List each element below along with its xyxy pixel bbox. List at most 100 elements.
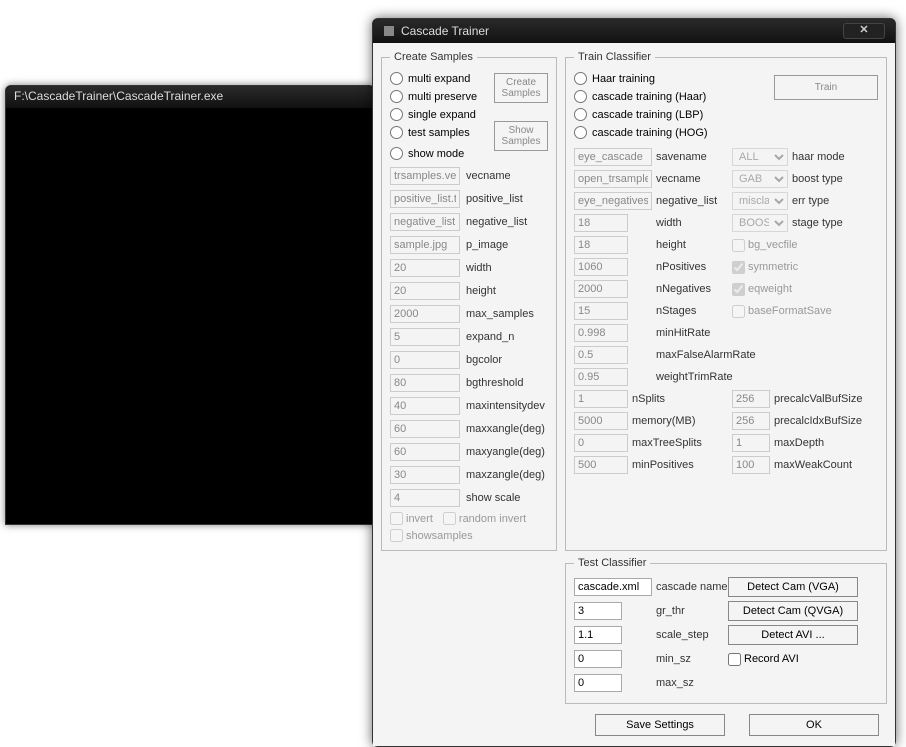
create-samples-button[interactable]: Create Samples	[494, 73, 548, 103]
radio-cascade-hog[interactable]	[574, 126, 587, 139]
showsamples-checkbox[interactable]	[390, 529, 403, 542]
stage-type-select[interactable]: BOOST	[732, 214, 788, 232]
console-title-bar[interactable]: F:\CascadeTrainer\CascadeTrainer.exe	[6, 86, 374, 108]
minpositives-input[interactable]	[574, 456, 628, 474]
ok-button[interactable]: OK	[749, 714, 879, 736]
radio-test-samples[interactable]	[390, 126, 403, 139]
bg-vecfile-checkbox[interactable]	[732, 239, 745, 252]
random-invert-checkbox[interactable]	[443, 512, 456, 525]
check-label: Record AVI	[744, 653, 799, 665]
field-label: scale_step	[656, 629, 728, 641]
field-label: height	[466, 285, 496, 297]
tc-vecname-input[interactable]	[574, 170, 652, 188]
bgthreshold-input[interactable]	[390, 374, 460, 392]
field-label: haar mode	[792, 151, 878, 163]
weighttrimrate-input[interactable]	[574, 368, 628, 386]
field-label: nSplits	[632, 393, 732, 405]
invert-checkbox[interactable]	[390, 512, 403, 525]
field-label: minPositives	[632, 459, 732, 471]
field-label: bgthreshold	[466, 377, 524, 389]
tc-height-input[interactable]	[574, 236, 628, 254]
field-label: maxintensitydev	[466, 400, 545, 412]
field-label: weightTrimRate	[656, 371, 733, 383]
scale-step-input[interactable]	[574, 626, 622, 644]
radio-multi-preserve[interactable]	[390, 90, 403, 103]
show-scale-input[interactable]	[390, 489, 460, 507]
max-samples-input[interactable]	[390, 305, 460, 323]
symmetric-checkbox[interactable]	[732, 261, 745, 274]
close-button[interactable]: ✕	[843, 23, 885, 39]
baseformatsave-checkbox[interactable]	[732, 305, 745, 318]
detect-avi-button[interactable]: Detect AVI ...	[728, 625, 858, 645]
field-label: width	[656, 217, 732, 229]
radio-show-mode[interactable]	[390, 147, 403, 160]
precalcvalbufsize-input[interactable]	[732, 390, 770, 408]
tc-width-input[interactable]	[574, 214, 628, 232]
tc-negative-list-input[interactable]	[574, 192, 652, 210]
console-body	[6, 108, 374, 524]
npositives-input[interactable]	[574, 258, 628, 276]
console-window: F:\CascadeTrainer\CascadeTrainer.exe	[5, 85, 375, 525]
field-label: precalcIdxBufSize	[774, 415, 878, 427]
radio-cascade-lbp[interactable]	[574, 108, 587, 121]
err-type-select[interactable]: misclass	[732, 192, 788, 210]
field-label: stage type	[792, 217, 878, 229]
maxzangle-input[interactable]	[390, 466, 460, 484]
button-label: Train	[815, 82, 837, 93]
cascade-name-input[interactable]	[574, 578, 652, 596]
show-samples-button[interactable]: Show Samples	[494, 121, 548, 151]
detect-cam-vga-button[interactable]: Detect Cam (VGA)	[728, 577, 858, 597]
bgcolor-input[interactable]	[390, 351, 460, 369]
save-settings-button[interactable]: Save Settings	[595, 714, 725, 736]
dialog-title-bar[interactable]: Cascade Trainer ✕	[373, 19, 895, 43]
field-label: err type	[792, 195, 878, 207]
maxfalsealarmrate-input[interactable]	[574, 346, 628, 364]
gr-thr-input[interactable]	[574, 602, 622, 620]
field-label: bgcolor	[466, 354, 502, 366]
height-input[interactable]	[390, 282, 460, 300]
savename-input[interactable]	[574, 148, 652, 166]
radio-haar-training[interactable]	[574, 72, 587, 85]
nstages-input[interactable]	[574, 302, 628, 320]
button-label: Detect AVI ...	[761, 629, 824, 641]
minhitrate-input[interactable]	[574, 324, 628, 342]
radio-cascade-haar[interactable]	[574, 90, 587, 103]
detect-cam-qvga-button[interactable]: Detect Cam (QVGA)	[728, 601, 858, 621]
maxyangle-input[interactable]	[390, 443, 460, 461]
check-label: random invert	[459, 513, 526, 525]
field-label: expand_n	[466, 331, 514, 343]
field-label: maxyangle(deg)	[466, 446, 545, 458]
field-label: maxTreeSplits	[632, 437, 732, 449]
field-label: nPositives	[656, 261, 732, 273]
nnegatives-input[interactable]	[574, 280, 628, 298]
precalcidxbufsize-input[interactable]	[732, 412, 770, 430]
expand-n-input[interactable]	[390, 328, 460, 346]
positive-list-input[interactable]	[390, 190, 460, 208]
radio-label: show mode	[408, 148, 464, 160]
field-label: boost type	[792, 173, 878, 185]
maxweakcount-input[interactable]	[732, 456, 770, 474]
max-sz-input[interactable]	[574, 674, 622, 692]
boost-type-select[interactable]: GAB	[732, 170, 788, 188]
nsplits-input[interactable]	[574, 390, 628, 408]
radio-multi-expand[interactable]	[390, 72, 403, 85]
record-avi-checkbox[interactable]	[728, 653, 741, 666]
field-label: height	[656, 239, 732, 251]
negative-list-input[interactable]	[390, 213, 460, 231]
train-button[interactable]: Train	[774, 75, 878, 100]
maxdepth-input[interactable]	[732, 434, 770, 452]
memory-input[interactable]	[574, 412, 628, 430]
vecname-input[interactable]	[390, 167, 460, 185]
maxintensitydev-input[interactable]	[390, 397, 460, 415]
width-input[interactable]	[390, 259, 460, 277]
haar-mode-select[interactable]: ALL	[732, 148, 788, 166]
radio-label: test samples	[408, 127, 470, 139]
maxxangle-input[interactable]	[390, 420, 460, 438]
radio-single-expand[interactable]	[390, 108, 403, 121]
eqweight-checkbox[interactable]	[732, 283, 745, 296]
button-label: Detect Cam (VGA)	[747, 581, 839, 593]
button-label: Show Samples	[502, 125, 541, 147]
maxtreesplits-input[interactable]	[574, 434, 628, 452]
min-sz-input[interactable]	[574, 650, 622, 668]
p-image-input[interactable]	[390, 236, 460, 254]
